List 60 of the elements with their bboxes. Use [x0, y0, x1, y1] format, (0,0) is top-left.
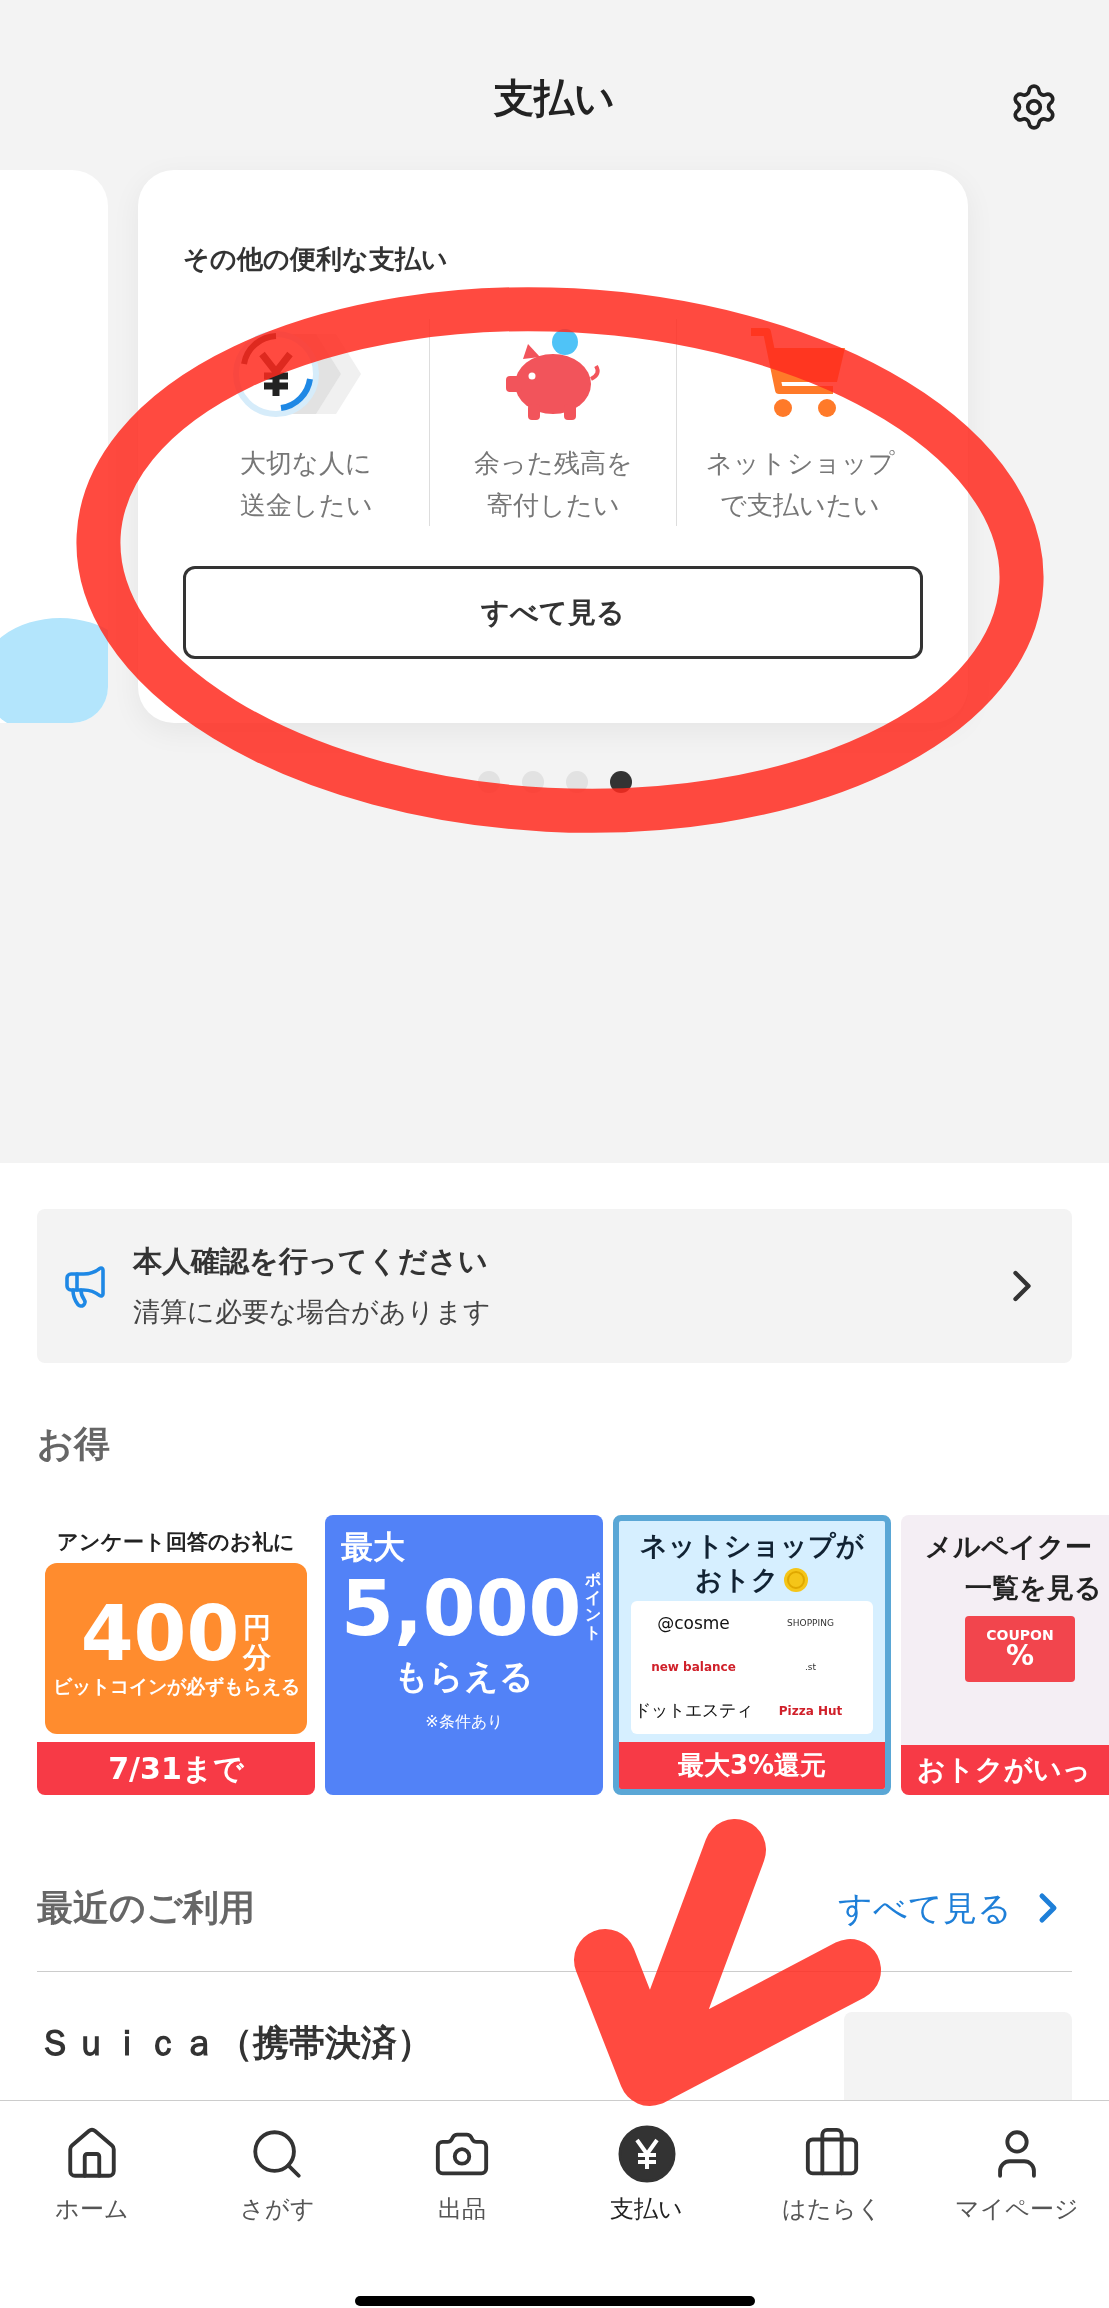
banner-caption: 最大	[341, 1531, 406, 1563]
brand-logo-text: new balance	[651, 1659, 736, 1677]
promo-banner[interactable]: メルペイクー 一覧を見る COUPON % おトクがいっ	[901, 1515, 1109, 1795]
nav-tab[interactable]: はたらく	[739, 2125, 925, 2227]
point-coin-icon	[783, 1566, 809, 1593]
banner-caption: メルペイクー	[924, 1530, 1093, 1564]
nav-tab[interactable]: さがす	[184, 2125, 370, 2227]
see-all-link[interactable]: すべて見る	[838, 1882, 1072, 1934]
option-label: 送金したい	[239, 488, 373, 522]
notice-subtitle: 清算に必要な場合があります	[133, 1294, 492, 1329]
banner-unit: 円分	[243, 1613, 272, 1672]
option-label: で支払いたい	[720, 488, 880, 522]
banner-footer: おトクがいっ	[901, 1745, 1109, 1795]
transaction-name: Ｓｕｉｃａ（携帯決済）	[37, 2021, 433, 2065]
option-label: 余った残高を	[473, 447, 633, 480]
nav-label: 出品	[438, 2194, 487, 2225]
banner-unit: ポイント	[585, 1571, 602, 1642]
banner-footer: 7/31まで	[37, 1742, 315, 1795]
brand-logo-text: SHOPPING	[787, 1617, 834, 1631]
banner-amount: 5,000	[341, 1571, 582, 1647]
nav-label: 支払い	[610, 2194, 684, 2225]
banner-amount: 400	[80, 1596, 240, 1672]
card-title: その他の便利な支払い	[183, 243, 449, 276]
coupon-label: COUPON	[986, 1628, 1054, 1642]
promo-banner[interactable]: ネットショップが おトク @cosme SHOPPING new balance .st ドットエスティ Pizza Hut 最大3%還元	[613, 1515, 891, 1795]
option-label: 寄付したい	[486, 488, 620, 522]
banner-amount: 一覧を見る	[964, 1570, 1103, 1605]
nav-label: はたらく	[781, 2194, 882, 2225]
section-title: お得	[37, 1422, 111, 1466]
brand-logo-text: .st	[804, 1660, 817, 1674]
banner-caption: アンケート回答のお礼に	[56, 1529, 296, 1556]
option-label: ネットショップ	[705, 447, 895, 480]
nav-tab[interactable]: ホーム	[0, 2125, 185, 2227]
brand-logo-text: ドットエスティ	[634, 1698, 753, 1722]
banner-caption: ネットショップが	[639, 1529, 865, 1563]
nav-label: マイページ	[954, 2194, 1079, 2225]
nav-label: ホーム	[55, 2194, 130, 2225]
nav-tab[interactable]: マイページ	[924, 2125, 1109, 2227]
banner-note: ビットコインが必ずもらえる	[52, 1674, 300, 1699]
banner-amount: おトク	[695, 1562, 779, 1597]
nav-tab[interactable]: 支払い	[554, 2125, 740, 2227]
brand-logo-text: @cosme	[657, 1612, 730, 1636]
see-all-button[interactable]: すべて見る	[183, 566, 923, 660]
page-title: 支払い	[494, 78, 615, 118]
notice-title: 本人確認を行ってください	[133, 1243, 489, 1280]
option-label: 大切な人に	[240, 447, 372, 480]
yen-icon	[617, 2125, 676, 2183]
payment-option[interactable]: 大切な人に 送金したい	[183, 319, 430, 527]
nav-label: さがす	[239, 2194, 315, 2225]
section-title: 最近のご利用	[37, 1886, 255, 1930]
coupon-percent: %	[1005, 1642, 1035, 1670]
nav-tab[interactable]: 出品	[369, 2125, 555, 2227]
banner-note: もらえる	[393, 1655, 535, 1698]
verification-notice[interactable]: 本人確認を行ってください 清算に必要な場合があります	[37, 1209, 1072, 1363]
payment-option[interactable]: 余った残高を 寄付したい	[430, 319, 677, 527]
banner-footer: ※条件あり	[341, 1710, 587, 1734]
brand-logo-text: Pizza Hut	[778, 1702, 843, 1720]
payment-option[interactable]: ネットショップ で支払いたい	[677, 319, 923, 527]
banner-footer: 最大3%還元	[619, 1742, 885, 1789]
previous-card[interactable]	[0, 170, 108, 723]
